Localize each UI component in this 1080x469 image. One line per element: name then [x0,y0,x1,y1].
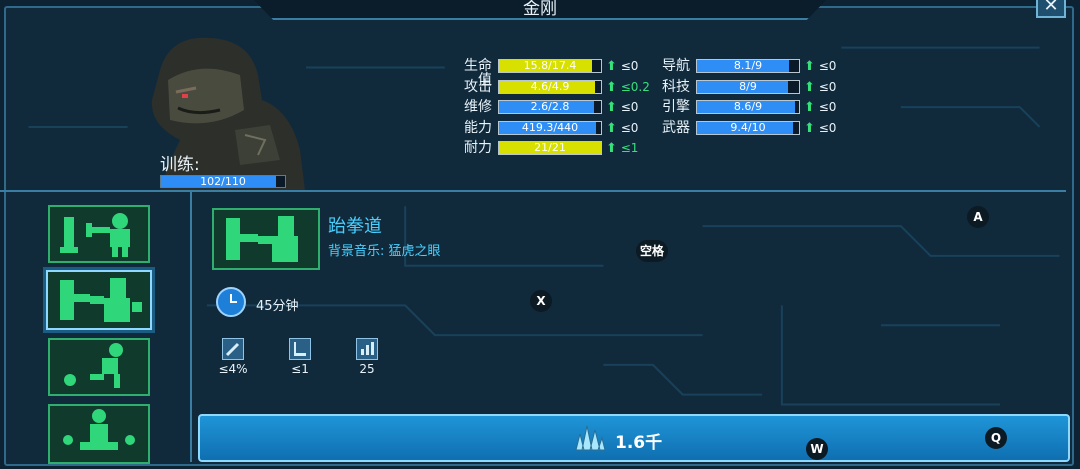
stat-modifier: ⬆ ≤0 [804,59,836,74]
training-item-meditation[interactable] [48,404,150,464]
bar-chart-icon [356,338,378,360]
stat-value: 9.4/10 [730,120,766,134]
training-title: 跆拳道 [328,216,382,237]
stat-modifier: ⬆ ≤0 [606,59,638,74]
stat-modifier-value: ≤0 [818,100,837,114]
stat-modifier-value: ≤0 [620,100,639,114]
up-arrow-icon: ⬆ [606,100,617,115]
boxing-icon [226,216,298,262]
game-window: 金刚 ✕ 训练: 102/110 生命值 15.8/17.4 ⬆ ≤0 攻击 4.6/4… [0,0,1080,469]
window-title: 金刚 [523,0,557,19]
stat-modifier-value: ≤0 [620,59,639,73]
key-hint-w: W [806,438,828,460]
training-duration: 45分钟 [256,299,299,314]
stat-modifier-value: ≤0 [620,120,639,135]
training-item-running[interactable] [48,338,150,396]
boxing-icon [60,278,142,322]
stat-modifier: ⬆ ≤0.2 [606,80,650,95]
stat-name: 引擎 [662,99,690,115]
training-item-boxing[interactable] [46,270,152,330]
crystal-icon [575,425,606,451]
stat-modifier-value: ≤0.2 [620,79,650,94]
boot-icon [289,338,311,360]
key-hint-q: Q [985,427,1007,449]
stat-value: 15.8/17.4 [523,59,577,72]
effect-value: ≤1 [291,362,309,376]
up-arrow-icon: ⬆ [606,120,617,136]
key-hint-space: 空格 [636,240,669,262]
stat-name: 攻击 [464,78,492,95]
stat-modifier: ⬆ ≤0 [804,121,836,136]
stat-name: 导航 [662,58,690,74]
stat-modifier-value: ≤0 [818,59,837,73]
stat-modifier: ⬆ ≤0 [804,100,836,115]
selected-training-icon [212,208,320,270]
training-progress-text: 102/110 [200,175,246,188]
stat-modifier-value: ≤0 [818,79,837,94]
stat-name: 武器 [662,119,690,136]
stat-name: 能力 [464,119,492,136]
meditation-icon [63,409,135,450]
stat-name: 维修 [464,99,492,115]
up-arrow-icon: ⬆ [804,120,815,136]
key-hint-x: X [530,290,552,312]
up-arrow-icon: ⬆ [606,59,617,74]
key-hint-a: A [967,206,989,228]
up-arrow-icon: ⬆ [606,141,617,156]
stat-modifier: ⬆ ≤1 [606,141,638,156]
stat-value: 8/9 [739,79,757,93]
training-cost: 1.6千 [615,433,663,453]
stat-modifier: ⬆ ≤0 [804,80,836,95]
training-music: 背景音乐: 猛虎之眼 [328,244,441,259]
stat-value: 4.6/4.9 [530,79,570,93]
up-arrow-icon: ⬆ [606,79,617,95]
section-divider [0,190,1066,192]
close-button[interactable]: ✕ [1036,0,1066,18]
close-icon: ✕ [1043,0,1059,16]
weights-icon [60,213,130,257]
up-arrow-icon: ⬆ [804,59,815,74]
list-divider [190,192,192,462]
stat-value: 2.6/2.8 [530,100,570,113]
stat-name: 耐力 [464,140,492,156]
up-arrow-icon: ⬆ [804,100,815,115]
stat-modifier-value: ≤1 [620,141,639,155]
stat-value: 8.1/9 [733,59,763,72]
stat-modifier-value: ≤0 [818,120,837,135]
effect-value: ≤4% [218,362,248,376]
stat-value: 8.6/9 [733,100,763,113]
stat-name: 科技 [662,78,690,95]
effect-value: 25 [359,362,375,376]
stat-modifier: ⬆ ≤0 [606,100,638,115]
training-label: 训练: [160,155,200,175]
clock-icon [216,287,246,317]
training-item-weights[interactable] [48,205,150,263]
up-arrow-icon: ⬆ [804,79,815,95]
stat-value: 21/21 [534,141,566,154]
stat-modifier: ⬆ ≤0 [606,121,638,136]
sword-icon [222,338,244,360]
stat-value: 419.3/440 [521,120,579,134]
running-icon [64,343,123,388]
